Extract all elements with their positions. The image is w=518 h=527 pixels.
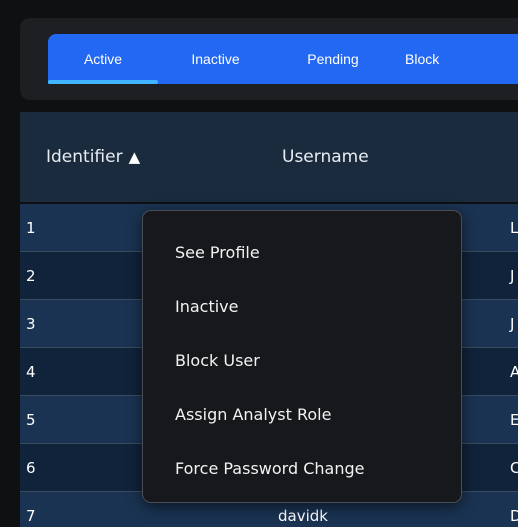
cell-identifier: 4 (26, 363, 36, 381)
tab-inactive-label: Inactive (191, 51, 240, 67)
cell-name: L (510, 219, 518, 237)
tab-blocked[interactable]: Block (393, 34, 485, 84)
sort-ascending-icon: ▲ (128, 148, 141, 166)
cell-identifier: 6 (26, 459, 36, 477)
tab-inactive[interactable]: Inactive (158, 34, 273, 84)
page: Active Inactive Pending Block Identifier… (0, 0, 518, 527)
tab-pending[interactable]: Pending (273, 34, 393, 84)
menu-item-assign-analyst-role[interactable]: Assign Analyst Role (143, 387, 461, 441)
tab-pending-label: Pending (307, 51, 359, 67)
cell-identifier: 5 (26, 411, 36, 429)
menu-item-inactive[interactable]: Inactive (143, 279, 461, 333)
menu-item-see-profile[interactable]: See Profile (143, 225, 461, 279)
column-header-identifier[interactable]: Identifier ▲ (46, 112, 140, 202)
tab-active[interactable]: Active (48, 34, 158, 84)
row-context-menu: See Profile Inactive Block User Assign A… (142, 210, 462, 503)
menu-item-block-user[interactable]: Block User (143, 333, 461, 387)
status-tab-bar: Active Inactive Pending Block (48, 34, 518, 84)
menu-item-label: Assign Analyst Role (175, 404, 332, 424)
menu-item-force-password-change[interactable]: Force Password Change (143, 441, 461, 495)
tab-blocked-label: Block (405, 51, 440, 67)
cell-name: J (510, 267, 515, 285)
column-header-username-label: Username (282, 147, 369, 167)
table-header: Identifier ▲ Username (20, 112, 518, 202)
column-header-identifier-label: Identifier (46, 147, 123, 167)
active-tab-indicator (48, 80, 158, 84)
cell-identifier: 1 (26, 219, 36, 237)
cell-name: A (510, 363, 518, 381)
menu-item-label: See Profile (175, 242, 260, 262)
cell-name: D (510, 507, 518, 525)
cell-name: J (510, 315, 515, 333)
menu-item-label: Force Password Change (175, 458, 365, 478)
menu-item-label: Inactive (175, 296, 239, 316)
column-header-username[interactable]: Username (282, 112, 369, 202)
menu-item-label: Block User (175, 350, 260, 370)
tab-active-label: Active (83, 51, 123, 67)
cell-name: E (510, 411, 518, 429)
cell-name: C (510, 459, 518, 477)
cell-identifier: 7 (26, 507, 36, 525)
cell-identifier: 2 (26, 267, 36, 285)
cell-identifier: 3 (26, 315, 36, 333)
